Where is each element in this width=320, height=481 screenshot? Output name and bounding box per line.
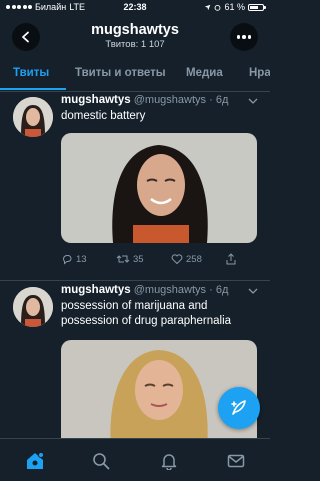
tweet-author-handle[interactable]: @mugshawtys [134, 94, 206, 106]
status-bar: Билайн LTE 22:38 61 % [0, 0, 270, 14]
like-count: 258 [186, 253, 202, 265]
tweet-header: mugshawtys @mugshawtys · 6д [61, 284, 228, 296]
location-icon [205, 4, 211, 10]
nav-messages[interactable] [226, 451, 246, 471]
tweet-text: domestic battery [61, 110, 146, 122]
tweet[interactable]: mugshawtys @mugshawtys · 6д domestic bat… [0, 92, 270, 280]
mugshot-image [61, 133, 257, 243]
tweet-author-name[interactable]: mugshawtys [61, 94, 131, 106]
more-button[interactable] [230, 23, 258, 51]
share-icon [226, 253, 236, 265]
tab-tweets-and-replies[interactable]: Твиты и ответы [75, 67, 166, 79]
tweet-author-handle[interactable]: @mugshawtys [134, 284, 206, 296]
tweet-time: 6д [215, 94, 229, 106]
tweet-separator: · [209, 284, 213, 296]
avatar[interactable] [13, 287, 53, 327]
compose-tweet-button[interactable] [218, 387, 260, 429]
chevron-down-icon[interactable] [248, 97, 258, 105]
nav-notifications[interactable] [159, 451, 179, 471]
envelope-icon [227, 454, 245, 468]
tweet-text: possession of marijuana and possession o… [61, 300, 232, 327]
home-icon [27, 452, 44, 469]
like-button[interactable]: 258 [171, 253, 202, 265]
more-dots-icon [236, 35, 241, 39]
profile-header: mugshawtys Твитов: 1 107 [0, 14, 270, 58]
battery-icon [248, 3, 266, 11]
nav-search[interactable] [91, 451, 111, 471]
tweet-header: mugshawtys @mugshawtys · 6д [61, 94, 228, 106]
tab-media[interactable]: Медиа [186, 67, 223, 79]
retweet-button[interactable]: 35 [116, 253, 144, 265]
tab-tweets[interactable]: Твиты [13, 67, 49, 79]
retweet-count: 35 [133, 253, 144, 265]
bell-icon [161, 454, 177, 470]
tweet-media[interactable] [61, 133, 257, 243]
share-button[interactable] [225, 253, 237, 265]
avatar-image [13, 287, 53, 327]
reply-count: 13 [76, 253, 87, 265]
tab-likes[interactable]: Нра [249, 67, 270, 79]
tweet-divider [0, 280, 270, 281]
tweet-separator: · [209, 94, 213, 106]
reply-button[interactable]: 13 [61, 253, 87, 265]
tweet-time: 6д [215, 284, 229, 296]
tweet-author-name[interactable]: mugshawtys [61, 284, 131, 296]
tweet-actions: 13 35 258 [61, 253, 257, 267]
alarm-icon [215, 4, 221, 11]
profile-tabs: Твиты Твиты и ответы Медиа Нра [0, 58, 270, 92]
nav-home[interactable] [25, 451, 45, 471]
active-tab-indicator [0, 88, 66, 90]
bottom-nav [0, 438, 270, 481]
chevron-down-icon[interactable] [248, 287, 258, 295]
battery-percent: 61 % [224, 2, 245, 12]
avatar-image [13, 97, 53, 137]
status-right: 61 % [204, 2, 266, 12]
heart-icon [171, 254, 183, 265]
feather-compose-icon [231, 400, 246, 415]
avatar[interactable] [13, 97, 53, 137]
retweet-icon [116, 255, 130, 263]
reply-icon [62, 255, 72, 265]
search-icon [93, 453, 110, 470]
